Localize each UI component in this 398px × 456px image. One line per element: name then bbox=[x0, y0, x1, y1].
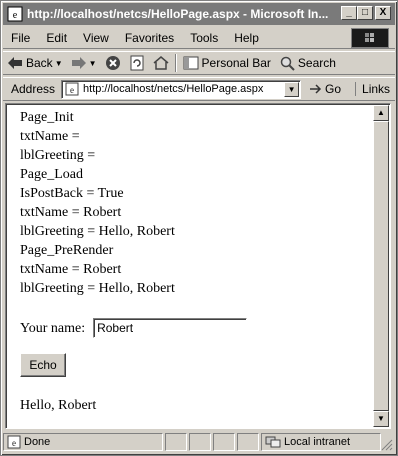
menu-view[interactable]: View bbox=[75, 31, 117, 45]
trace-line: txtName = Robert bbox=[20, 262, 122, 277]
echo-button[interactable]: Echo bbox=[20, 353, 66, 377]
forward-dropdown-icon[interactable]: ▼ bbox=[89, 59, 97, 68]
back-dropdown-icon[interactable]: ▼ bbox=[55, 59, 63, 68]
go-arrow-icon bbox=[310, 84, 322, 94]
menu-edit[interactable]: Edit bbox=[38, 31, 75, 45]
personal-bar-button[interactable]: Personal Bar bbox=[179, 52, 275, 74]
name-row: Your name: bbox=[20, 317, 360, 339]
go-button[interactable]: Go bbox=[309, 82, 341, 96]
vertical-scrollbar[interactable]: ▲ ▼ bbox=[373, 105, 389, 427]
status-bar: e Done Local intranet bbox=[3, 431, 395, 453]
toolbar-separator bbox=[174, 54, 177, 72]
menu-help[interactable]: Help bbox=[226, 31, 267, 45]
svg-text:e: e bbox=[70, 85, 74, 95]
maximize-button[interactable]: □ bbox=[357, 6, 373, 20]
menu-favorites[interactable]: Favorites bbox=[117, 31, 182, 45]
status-pane bbox=[165, 433, 187, 451]
stop-button[interactable] bbox=[101, 52, 125, 74]
trace-line: Page_PreRender bbox=[20, 243, 114, 258]
address-dropdown-icon[interactable]: ▼ bbox=[284, 81, 300, 97]
refresh-button[interactable] bbox=[125, 52, 149, 74]
trace-line: txtName = Robert bbox=[20, 205, 122, 220]
menu-file[interactable]: File bbox=[3, 31, 38, 45]
back-arrow-icon bbox=[8, 57, 22, 69]
search-label: Search bbox=[297, 56, 336, 70]
address-label: Address bbox=[11, 82, 56, 96]
trace-line: txtName = bbox=[20, 129, 80, 144]
greeting-label: Hello, Robert bbox=[20, 398, 97, 413]
close-button[interactable]: X bbox=[375, 6, 391, 20]
status-pane bbox=[189, 433, 211, 451]
name-input[interactable] bbox=[93, 318, 248, 338]
trace-line: Page_Load bbox=[20, 167, 83, 182]
trace-line: IsPostBack = True bbox=[20, 186, 124, 201]
trace-line: Page_Init bbox=[20, 110, 74, 125]
page-icon: e bbox=[65, 82, 79, 96]
address-bar: Address e http://localhost/netcs/HelloPa… bbox=[3, 77, 395, 101]
page-content: Page_Init txtName = lblGreeting = Page_L… bbox=[5, 103, 391, 429]
trace-line: lblGreeting = Hello, Robert bbox=[20, 224, 175, 239]
refresh-icon bbox=[130, 55, 144, 71]
minimize-button[interactable]: _ bbox=[341, 6, 357, 20]
svg-text:e: e bbox=[13, 10, 18, 21]
window-title: http://localhost/netcs/HelloPage.aspx - … bbox=[27, 7, 329, 21]
status-text: Done bbox=[24, 436, 51, 448]
home-button[interactable] bbox=[149, 52, 173, 74]
windows-logo-icon bbox=[351, 28, 389, 48]
personal-bar-icon bbox=[183, 56, 199, 70]
svg-text:e: e bbox=[12, 438, 16, 448]
home-icon bbox=[153, 56, 169, 70]
address-url: http://localhost/netcs/HelloPage.aspx bbox=[83, 83, 264, 95]
go-label: Go bbox=[325, 82, 342, 96]
scroll-down-icon[interactable]: ▼ bbox=[373, 411, 389, 427]
forward-arrow-icon bbox=[71, 57, 86, 69]
zone-pane: Local intranet bbox=[261, 433, 381, 451]
zone-label: Local intranet bbox=[284, 436, 351, 448]
search-icon bbox=[280, 56, 295, 71]
menu-tools[interactable]: Tools bbox=[182, 31, 226, 45]
stop-icon bbox=[105, 56, 120, 70]
resize-grip-icon[interactable] bbox=[381, 439, 393, 451]
status-text-pane: e Done bbox=[3, 433, 163, 451]
menu-bar: File Edit View Favorites Tools Help bbox=[3, 27, 395, 49]
title-bar[interactable]: e http://localhost/netcs/HelloPage.aspx … bbox=[3, 3, 395, 25]
search-button[interactable]: Search bbox=[275, 52, 340, 74]
page-done-icon: e bbox=[7, 435, 21, 449]
forward-button[interactable]: ▼ bbox=[67, 52, 101, 74]
ie-page-icon: e bbox=[7, 6, 23, 22]
scroll-up-icon[interactable]: ▲ bbox=[373, 105, 389, 121]
standard-toolbar: Back ▼ ▼ Personal Bar Search bbox=[3, 51, 395, 75]
name-label: Your name: bbox=[20, 320, 86, 336]
back-label: Back bbox=[26, 56, 53, 70]
status-pane bbox=[237, 433, 259, 451]
page-body: Page_Init txtName = lblGreeting = Page_L… bbox=[20, 108, 360, 415]
scrollbar-thumb[interactable] bbox=[373, 121, 389, 411]
links-button[interactable]: Links bbox=[355, 82, 390, 96]
personal-bar-label: Personal Bar bbox=[201, 56, 271, 70]
back-button[interactable]: Back ▼ bbox=[3, 52, 67, 74]
browser-window: e http://localhost/netcs/HelloPage.aspx … bbox=[0, 0, 398, 456]
trace-line: lblGreeting = Hello, Robert bbox=[20, 281, 175, 296]
local-intranet-icon bbox=[265, 436, 281, 448]
address-input[interactable]: e http://localhost/netcs/HelloPage.aspx … bbox=[61, 79, 302, 99]
trace-line: lblGreeting = bbox=[20, 148, 96, 163]
status-pane bbox=[213, 433, 235, 451]
